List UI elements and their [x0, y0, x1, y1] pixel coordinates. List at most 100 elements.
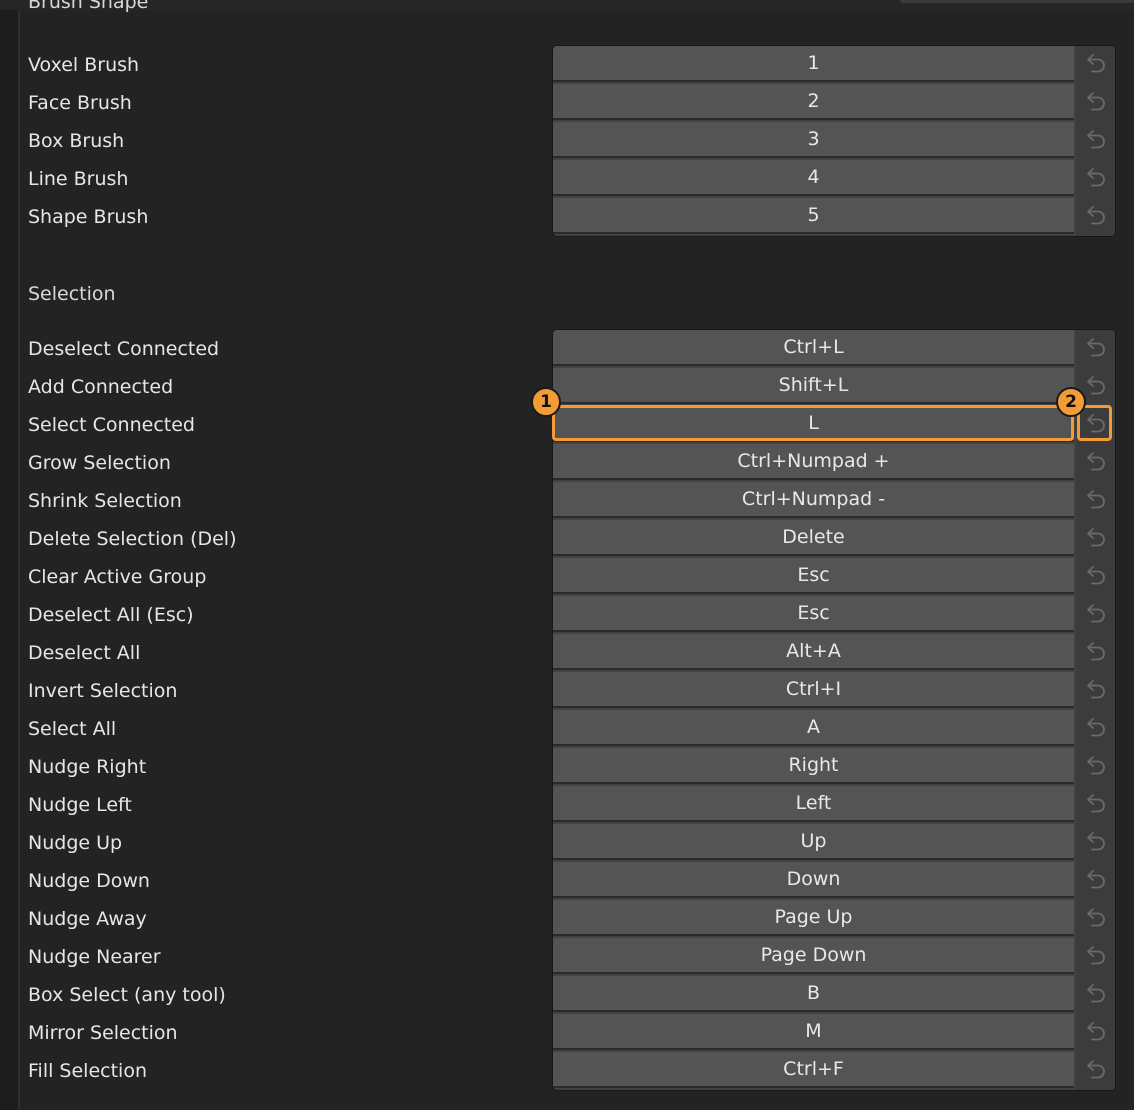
label-nudge-left: Nudge Left [28, 794, 132, 816]
key-field-delete-selection-del[interactable]: Delete [553, 520, 1074, 556]
key-field-nudge-down[interactable]: Down [553, 862, 1074, 898]
key-field-mirror-selection[interactable]: M [553, 1014, 1074, 1050]
reset-button-deselect-connected[interactable] [1076, 330, 1115, 368]
top-bar [0, 0, 1134, 10]
label-deselect-connected: Deselect Connected [28, 338, 220, 360]
label-add-connected: Add Connected [28, 376, 174, 398]
label-delete-selection-del: Delete Selection (Del) [28, 528, 237, 550]
label-box-select-any-tool: Box Select (any tool) [28, 984, 226, 1006]
reset-arrow-icon [1084, 601, 1108, 629]
key-field-nudge-up[interactable]: Up [553, 824, 1074, 860]
key-field-deselect-connected[interactable]: Ctrl+L [553, 330, 1074, 366]
reset-button-deselect-all-esc[interactable] [1076, 596, 1115, 634]
reset-button-delete-selection-del[interactable] [1076, 520, 1115, 558]
label-voxel-brush: Voxel Brush [28, 54, 140, 76]
key-field-deselect-all[interactable]: Alt+A [553, 634, 1074, 670]
label-deselect-all-esc: Deselect All (Esc) [28, 604, 194, 626]
label-shape-brush: Shape Brush [28, 206, 149, 228]
reset-arrow-icon [1084, 525, 1108, 553]
label-grow-selection: Grow Selection [28, 452, 171, 474]
reset-button-shrink-selection[interactable] [1076, 482, 1115, 520]
reset-button-face-brush[interactable] [1076, 84, 1115, 122]
reset-button-nudge-up[interactable] [1076, 824, 1115, 862]
reset-button-line-brush[interactable] [1076, 160, 1115, 198]
reset-button-mirror-selection[interactable] [1076, 1014, 1115, 1052]
key-field-clear-active-group[interactable]: Esc [553, 558, 1074, 594]
label-fill-selection: Fill Selection [28, 1060, 147, 1082]
label-nudge-away: Nudge Away [28, 908, 147, 930]
reset-arrow-icon [1084, 127, 1108, 155]
key-field-shrink-selection[interactable]: Ctrl+Numpad - [553, 482, 1074, 518]
label-select-all: Select All [28, 718, 117, 740]
key-field-select-all[interactable]: A [553, 710, 1074, 746]
key-field-nudge-away[interactable]: Page Up [553, 900, 1074, 936]
selection-keys-group: Ctrl+L Shift+L L Ctrl+Numpad + Ctrl+Numpad -… [552, 329, 1116, 1091]
reset-arrow-icon [1084, 981, 1108, 1009]
reset-arrow-icon [1084, 335, 1108, 363]
reset-button-select-all[interactable] [1076, 710, 1115, 748]
reset-arrow-icon [1084, 677, 1108, 705]
reset-arrow-icon [1084, 829, 1108, 857]
reset-button-nudge-right[interactable] [1076, 748, 1115, 786]
label-select-connected: Select Connected [28, 414, 195, 436]
reset-arrow-icon [1084, 1057, 1108, 1085]
label-box-brush: Box Brush [28, 130, 125, 152]
reset-arrow-icon [1084, 867, 1108, 895]
section-header-brush-shape: Brush Shape [28, 0, 149, 13]
reset-button-box-brush[interactable] [1076, 122, 1115, 160]
reset-arrow-icon [1084, 203, 1108, 231]
reset-arrow-icon [1084, 905, 1108, 933]
label-face-brush: Face Brush [28, 92, 132, 114]
key-field-box-brush[interactable]: 3 [553, 122, 1074, 158]
label-nudge-up: Nudge Up [28, 832, 123, 854]
reset-arrow-icon [1084, 753, 1108, 781]
reset-arrow-icon [1084, 791, 1108, 819]
label-invert-selection: Invert Selection [28, 680, 178, 702]
key-field-fill-selection[interactable]: Ctrl+F [553, 1052, 1074, 1088]
key-field-nudge-nearer[interactable]: Page Down [553, 938, 1074, 974]
label-shrink-selection: Shrink Selection [28, 490, 182, 512]
key-field-nudge-left[interactable]: Left [553, 786, 1074, 822]
key-field-nudge-right[interactable]: Right [553, 748, 1074, 784]
label-mirror-selection: Mirror Selection [28, 1022, 178, 1044]
reset-arrow-icon [1084, 373, 1108, 401]
reset-button-nudge-down[interactable] [1076, 862, 1115, 900]
key-field-box-select-any-tool[interactable]: B [553, 976, 1074, 1012]
reset-arrow-icon [1084, 1019, 1108, 1047]
key-field-face-brush[interactable]: 2 [553, 84, 1074, 120]
reset-button-voxel-brush[interactable] [1076, 46, 1115, 84]
label-nudge-down: Nudge Down [28, 870, 150, 892]
brush-shape-keys-group: 12345 [552, 45, 1116, 237]
top-tab[interactable] [900, 0, 1134, 3]
reset-arrow-icon [1084, 51, 1108, 79]
label-nudge-right: Nudge Right [28, 756, 147, 778]
annotation-badge-1: 1 [531, 387, 561, 417]
reset-arrow-icon [1084, 715, 1108, 743]
key-field-invert-selection[interactable]: Ctrl+I [553, 672, 1074, 708]
reset-button-shape-brush[interactable] [1076, 198, 1115, 236]
reset-button-nudge-nearer[interactable] [1076, 938, 1115, 976]
reset-arrow-icon [1084, 165, 1108, 193]
key-field-add-connected[interactable]: Shift+L [553, 368, 1074, 404]
reset-arrow-icon [1084, 943, 1108, 971]
key-field-shape-brush[interactable]: 5 [553, 198, 1074, 234]
reset-button-fill-selection[interactable] [1076, 1052, 1115, 1090]
key-field-grow-selection[interactable]: Ctrl+Numpad + [553, 444, 1074, 480]
reset-button-nudge-left[interactable] [1076, 786, 1115, 824]
reset-button-nudge-away[interactable] [1076, 900, 1115, 938]
reset-button-grow-selection[interactable] [1076, 444, 1115, 482]
reset-arrow-icon [1084, 449, 1108, 477]
key-field-line-brush[interactable]: 4 [553, 160, 1074, 196]
label-line-brush: Line Brush [28, 168, 129, 190]
reset-arrow-icon [1084, 89, 1108, 117]
reset-button-deselect-all[interactable] [1076, 634, 1115, 672]
key-field-voxel-brush[interactable]: 1 [553, 46, 1074, 82]
reset-button-invert-selection[interactable] [1076, 672, 1115, 710]
key-field-select-connected[interactable]: L [553, 406, 1074, 442]
key-field-deselect-all-esc[interactable]: Esc [553, 596, 1074, 632]
reset-arrow-icon [1084, 411, 1108, 439]
reset-button-box-select-any-tool[interactable] [1076, 976, 1115, 1014]
reset-button-clear-active-group[interactable] [1076, 558, 1115, 596]
reset-arrow-icon [1084, 639, 1108, 667]
reset-arrow-icon [1084, 487, 1108, 515]
